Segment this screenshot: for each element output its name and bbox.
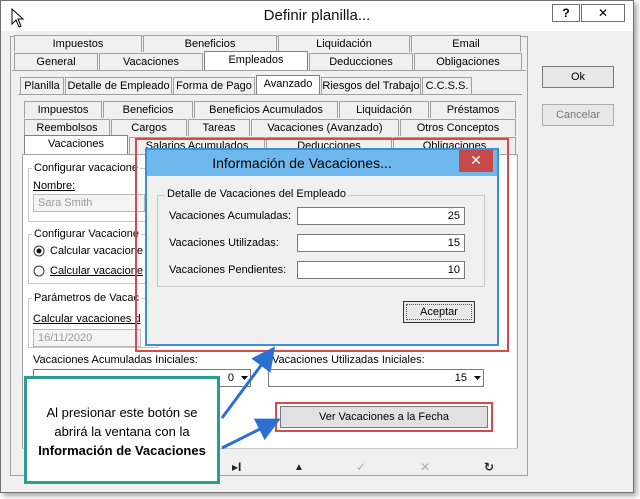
arrow-to-dialog-icon — [220, 346, 276, 419]
arrow-to-button-icon — [221, 418, 281, 450]
arrows-overlay — [220, 346, 281, 450]
